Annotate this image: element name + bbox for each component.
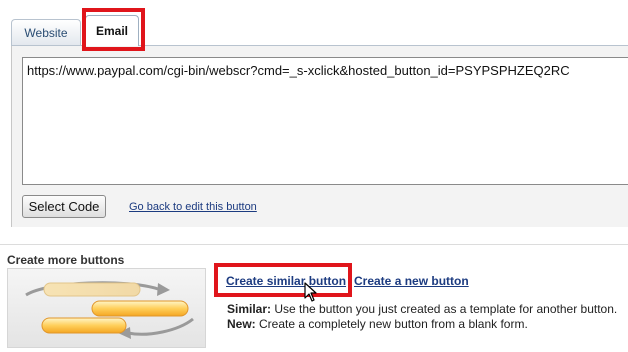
buttons-illustration <box>7 268 206 348</box>
similar-description: Similar: Use the button you just created… <box>227 302 617 316</box>
similar-text: Use the button you just created as a tem… <box>271 302 618 316</box>
new-label: New: <box>227 317 256 331</box>
mouse-pointer-icon <box>304 282 317 302</box>
create-similar-button-link[interactable]: Create similar button <box>226 274 346 288</box>
edit-button-link[interactable]: Go back to edit this button <box>129 201 257 213</box>
new-description: New: Create a completely new button from… <box>227 317 528 331</box>
tab-website[interactable]: Website <box>11 19 81 45</box>
buttons-graphic-icon <box>25 281 194 339</box>
create-new-button-link[interactable]: Create a new button <box>354 274 469 288</box>
select-code-button[interactable]: Select Code <box>22 195 106 218</box>
code-text: https://www.paypal.com/cgi-bin/webscr?cm… <box>27 63 570 78</box>
create-more-heading: Create more buttons <box>7 253 125 267</box>
new-text: Create a completely new button from a bl… <box>255 317 528 331</box>
section-divider <box>0 244 628 245</box>
similar-label: Similar: <box>227 302 272 316</box>
code-textarea[interactable]: https://www.paypal.com/cgi-bin/webscr?cm… <box>22 57 628 185</box>
tab-email[interactable]: Email <box>85 15 139 46</box>
